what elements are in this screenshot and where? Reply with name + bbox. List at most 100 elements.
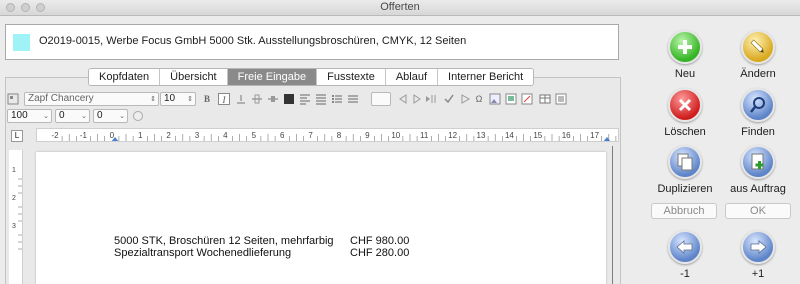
arrow-right-icon xyxy=(741,230,775,264)
ruler-tick-label: 3 xyxy=(12,223,16,230)
font-select[interactable]: Zapf Chancery ⇕ xyxy=(24,92,159,106)
font-size-select[interactable]: 10 ⇕ xyxy=(160,92,196,106)
chevron-updown-icon: ⇕ xyxy=(150,96,156,103)
previous-record-label: -1 xyxy=(680,268,690,280)
edit-button[interactable]: Ändern xyxy=(718,30,798,80)
search-icon xyxy=(741,88,775,122)
zoom-select[interactable]: 100 ⌄ xyxy=(7,109,52,123)
new-button-label: Neu xyxy=(674,68,696,80)
indent-icon[interactable] xyxy=(411,93,423,105)
edit-button-label: Ändern xyxy=(740,68,776,80)
previous-record-button[interactable]: -1 xyxy=(645,230,725,280)
ruler-tick-label: 8 xyxy=(337,131,342,140)
from-order-button[interactable]: aus Auftrag xyxy=(718,145,798,195)
offer-summary-box: O2019-0015, Werbe Focus GmbH 5000 Stk. A… xyxy=(5,24,619,60)
cancel-button[interactable]: Abbruch xyxy=(651,203,717,219)
ruler-tick-label: 2 xyxy=(166,131,171,140)
import-document-icon xyxy=(741,145,775,179)
insert-field-icon[interactable] xyxy=(521,93,533,105)
insert-image-icon[interactable] xyxy=(489,93,501,105)
duplicate-button-label: Duplizieren xyxy=(657,183,713,195)
delete-button-label: Löschen xyxy=(664,126,706,138)
text-color-icon[interactable] xyxy=(283,93,295,105)
from-order-button-label: aus Auftrag xyxy=(730,183,786,195)
page-break-icon[interactable] xyxy=(425,93,437,105)
italic-button[interactable]: I xyxy=(218,93,230,105)
ruler-tick-label: 14 xyxy=(505,131,514,140)
vertical-ruler: 1 2 3 xyxy=(9,150,23,284)
next-record-label: +1 xyxy=(751,268,765,280)
ruler-tick-label: -2 xyxy=(51,131,59,140)
tab-fusstexte[interactable]: Fusstexte xyxy=(317,69,386,85)
ruler-tick-label: 9 xyxy=(365,131,370,140)
insert-picture-icon[interactable] xyxy=(505,93,517,105)
ruler-tick-label: 1 xyxy=(12,167,16,174)
ruler-tick-label: 2 xyxy=(12,195,16,202)
ruler-tick-label: -1 xyxy=(80,131,88,140)
right-margin-marker[interactable] xyxy=(603,137,611,142)
ruler-tick-label: 15 xyxy=(533,131,542,140)
spacing-after-field[interactable]: 0 ⌄ xyxy=(93,109,128,123)
insert-table-icon[interactable] xyxy=(539,93,551,105)
align-justify-icon[interactable] xyxy=(315,93,327,105)
line-item-description: Spezialtransport Wochenedlieferung xyxy=(114,247,292,259)
title-bar: Offerten xyxy=(0,0,800,16)
line-item-price: CHF 280.00 xyxy=(350,247,410,259)
ruler-tick-label: 16 xyxy=(562,131,571,140)
tab-ablauf[interactable]: Ablauf xyxy=(385,69,439,85)
ruler-tick-label: 4 xyxy=(223,131,228,140)
format-toolbar: Zapf Chancery ⇕ 10 ⇕ B I Ω xyxy=(7,92,607,107)
spacing-after-value: 0 xyxy=(97,110,103,121)
bold-button[interactable]: B xyxy=(201,93,213,105)
chevron-down-icon: ⌄ xyxy=(43,113,49,120)
underline-icon[interactable] xyxy=(235,93,247,105)
color-well[interactable] xyxy=(371,92,391,106)
superscript-icon[interactable] xyxy=(267,93,279,105)
find-button[interactable]: Finden xyxy=(718,88,798,138)
ruler-tick-label: 3 xyxy=(195,131,200,140)
close-icon xyxy=(668,88,702,122)
outdent-icon[interactable] xyxy=(397,93,409,105)
offer-summary-text: O2019-0015, Werbe Focus GmbH 5000 Stk. A… xyxy=(39,35,467,47)
ruler-tick-label: 10 xyxy=(391,131,400,140)
tab-kopfdaten[interactable]: Kopfdaten xyxy=(89,69,161,85)
tab-interner-bericht[interactable]: Interner Bericht xyxy=(438,69,534,85)
zoom-value: 100 xyxy=(11,110,28,121)
ruler-tick-label: 17 xyxy=(590,131,599,140)
ruler-tick-label: 7 xyxy=(308,131,313,140)
chevron-down-icon: ⌄ xyxy=(81,113,87,120)
ok-button[interactable]: OK xyxy=(725,203,791,219)
spacing-before-field[interactable]: 0 ⌄ xyxy=(55,109,90,123)
arrow-left-icon xyxy=(668,230,702,264)
delete-button[interactable]: Löschen xyxy=(645,88,725,138)
ruler-tick-label: 12 xyxy=(448,131,457,140)
horizontal-ruler[interactable]: -2-10123456789101112131415161718 xyxy=(36,128,619,142)
play-icon[interactable] xyxy=(459,93,471,105)
style-picker-icon[interactable] xyxy=(7,93,19,105)
strikethrough-icon[interactable] xyxy=(251,93,263,105)
window-title: Offerten xyxy=(380,1,420,13)
paragraph-toolbar: 100 ⌄ 0 ⌄ 0 ⌄ xyxy=(7,109,207,124)
plus-icon xyxy=(668,30,702,64)
ruler-tick-label: 11 xyxy=(420,131,429,140)
align-left-icon[interactable] xyxy=(299,93,311,105)
ruler-tick-label: 6 xyxy=(280,131,285,140)
next-record-button[interactable]: +1 xyxy=(718,230,798,280)
numbered-list-icon[interactable] xyxy=(347,93,359,105)
chevron-updown-icon: ⇕ xyxy=(187,96,193,103)
tab-freie-eingabe[interactable]: Freie Eingabe xyxy=(227,69,318,85)
new-button[interactable]: Neu xyxy=(645,30,725,80)
duplicate-button[interactable]: Duplizieren xyxy=(645,145,725,195)
special-character-icon[interactable]: Ω xyxy=(473,93,485,105)
tab-stop-selector[interactable]: L xyxy=(11,130,23,142)
ruler-tick-label: 5 xyxy=(252,131,257,140)
font-select-value: Zapf Chancery xyxy=(28,93,94,104)
link-icon[interactable] xyxy=(132,110,144,122)
layout-icon[interactable] xyxy=(555,93,567,105)
duplicate-icon xyxy=(668,145,702,179)
spellcheck-icon[interactable] xyxy=(443,93,455,105)
bullet-list-icon[interactable] xyxy=(331,93,343,105)
tab-bar: Kopfdaten Übersicht Freie Eingabe Fusstexte… xyxy=(88,68,535,86)
tab-übersicht[interactable]: Übersicht xyxy=(160,69,228,85)
document-page[interactable]: 5000 STK, Broschüren 12 Seiten, mehrfarb… xyxy=(36,152,606,284)
